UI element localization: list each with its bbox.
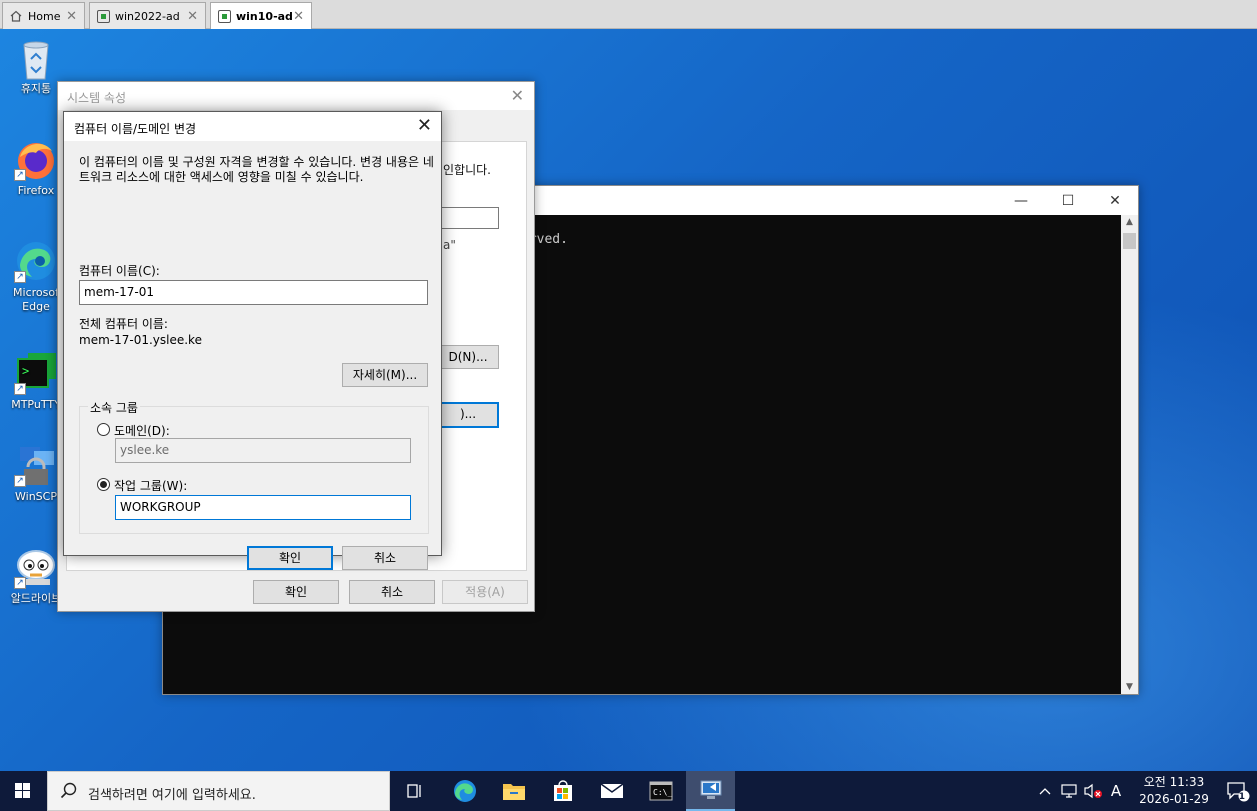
desktop: 휴지통 ↗ Firefox ↗ Microsof Edge > ↗ MTPuTT… bbox=[0, 29, 1257, 771]
close-icon[interactable]: ✕ bbox=[511, 86, 524, 105]
member-of-group: 소속 그룹 도메인(D): yslee.ke 작업 그룹(W): WORKGRO… bbox=[79, 399, 429, 534]
scrollbar-thumb[interactable] bbox=[1123, 233, 1136, 249]
start-button[interactable] bbox=[0, 771, 46, 811]
taskbar-search-box[interactable]: 검색하려면 여기에 입력하세요. bbox=[47, 771, 390, 811]
store-icon[interactable] bbox=[538, 771, 587, 811]
tab-win10-ad[interactable]: win10-ad ✕ bbox=[210, 2, 312, 30]
firefox-icon: ↗ bbox=[14, 137, 58, 181]
dialog-description: 이 컴퓨터의 이름 및 구성원 자격을 변경할 수 있습니다. 변경 내용은 네… bbox=[79, 155, 434, 184]
dialog-title: 컴퓨터 이름/도메인 변경 bbox=[74, 122, 197, 136]
window-titlebar[interactable]: 시스템 속성 ✕ bbox=[58, 82, 534, 110]
ime-indicator[interactable]: A bbox=[1105, 771, 1127, 811]
cancel-button[interactable]: 취소 bbox=[349, 580, 435, 604]
domain-input[interactable]: yslee.ke bbox=[115, 438, 411, 463]
domain-label: 도메인(D): bbox=[114, 424, 170, 438]
chevron-up-icon[interactable] bbox=[1033, 771, 1057, 811]
workgroup-label: 작업 그룹(W): bbox=[114, 479, 188, 493]
description-field[interactable] bbox=[437, 207, 499, 229]
workgroup-input[interactable]: WORKGROUP bbox=[115, 495, 411, 520]
taskbar: 검색하려면 여기에 입력하세요. C:\_ A 오전 11:33 2026-01… bbox=[0, 771, 1257, 811]
clock-time: 오전 11:33 bbox=[1143, 775, 1205, 789]
shortcut-arrow-icon: ↗ bbox=[14, 475, 26, 487]
full-computer-name-label: 전체 컴퓨터 이름: bbox=[79, 317, 168, 331]
task-view-icon[interactable] bbox=[390, 771, 439, 811]
notification-center-icon[interactable]: 1 bbox=[1223, 771, 1253, 811]
shortcut-arrow-icon: ↗ bbox=[14, 169, 26, 181]
close-tab-icon[interactable]: ✕ bbox=[66, 9, 77, 24]
vm-icon bbox=[96, 9, 110, 23]
notification-count: 1 bbox=[1238, 792, 1245, 802]
vm-tab-bar: Home ✕ win2022-ad ✕ win10-ad ✕ bbox=[0, 0, 1257, 30]
vm-icon bbox=[217, 10, 231, 24]
close-tab-icon[interactable]: ✕ bbox=[187, 9, 198, 24]
ok-button[interactable]: 확인 bbox=[253, 580, 339, 604]
ok-button[interactable]: 확인 bbox=[247, 546, 333, 570]
scroll-up-icon[interactable]: ▲ bbox=[1121, 217, 1138, 227]
tab-label: win2022-ad bbox=[115, 9, 180, 23]
aldrive-icon: ↗ bbox=[14, 545, 58, 589]
more-button[interactable]: 자세히(M)... bbox=[342, 363, 428, 387]
search-placeholder: 검색하려면 여기에 입력하세요. bbox=[88, 788, 256, 803]
computer-name-label: 컴퓨터 이름(C): bbox=[79, 264, 160, 278]
domain-radio[interactable] bbox=[97, 423, 110, 436]
shortcut-arrow-icon: ↗ bbox=[14, 271, 26, 283]
network-icon[interactable] bbox=[1057, 771, 1081, 811]
file-explorer-icon[interactable] bbox=[489, 771, 538, 811]
group-legend: 소속 그룹 bbox=[88, 399, 140, 416]
workgroup-radio[interactable] bbox=[97, 478, 110, 491]
vertical-scrollbar[interactable]: ▲ ▼ bbox=[1121, 215, 1138, 694]
tab-home[interactable]: Home ✕ bbox=[2, 2, 85, 29]
recycle-bin-icon bbox=[14, 35, 58, 80]
shortcut-arrow-icon: ↗ bbox=[14, 383, 26, 395]
window-titlebar[interactable]: 컴퓨터 이름/도메인 변경 ✕ bbox=[64, 112, 441, 141]
apply-button[interactable]: 적용(A) bbox=[442, 580, 528, 604]
tab-label: Home bbox=[28, 9, 61, 23]
tab-label: win10-ad bbox=[236, 10, 293, 23]
close-icon[interactable]: ✕ bbox=[417, 115, 432, 136]
tab-win2022-ad[interactable]: win2022-ad ✕ bbox=[89, 2, 206, 29]
clock-date: 2026-01-29 bbox=[1139, 792, 1209, 806]
mail-icon[interactable] bbox=[587, 771, 636, 811]
full-computer-name-value: mem-17-01.yslee.ke bbox=[79, 333, 202, 347]
terminal-icon[interactable]: C:\_ bbox=[636, 771, 685, 811]
shortcut-arrow-icon: ↗ bbox=[14, 577, 26, 589]
change-button[interactable]: )... bbox=[437, 402, 499, 428]
computer-name-input[interactable]: mem-17-01 bbox=[79, 280, 428, 305]
dialog-title: 시스템 속성 bbox=[67, 91, 127, 105]
maximize-button[interactable]: ☐ bbox=[1045, 188, 1091, 214]
network-id-button[interactable]: D(N)... bbox=[437, 345, 499, 369]
edge-icon[interactable] bbox=[440, 771, 489, 811]
text-fragment: a" bbox=[443, 238, 456, 252]
minimize-button[interactable]: — bbox=[998, 188, 1044, 214]
windows-logo-icon bbox=[15, 783, 30, 798]
search-icon bbox=[60, 782, 77, 799]
close-button[interactable]: ✕ bbox=[1092, 188, 1138, 214]
winscp-icon: ↗ bbox=[14, 443, 58, 487]
home-icon bbox=[9, 9, 23, 23]
volume-muted-icon[interactable] bbox=[1081, 771, 1105, 811]
svg-text:>: > bbox=[22, 364, 29, 378]
mtputty-icon: > ↗ bbox=[14, 351, 58, 395]
remote-desktop-icon[interactable] bbox=[686, 771, 735, 811]
svg-text:C:\_: C:\_ bbox=[653, 788, 672, 797]
close-tab-icon[interactable]: ✕ bbox=[293, 9, 304, 24]
cancel-button[interactable]: 취소 bbox=[342, 546, 428, 570]
description-fragment: 인합니다. bbox=[443, 163, 491, 177]
scroll-down-icon[interactable]: ▼ bbox=[1121, 682, 1138, 692]
clock[interactable]: 오전 11:33 2026-01-29 bbox=[1129, 771, 1219, 811]
computer-name-domain-dialog[interactable]: 컴퓨터 이름/도메인 변경 ✕ 이 컴퓨터의 이름 및 구성원 자격을 변경할 … bbox=[63, 111, 442, 570]
edge-icon: ↗ bbox=[14, 239, 58, 283]
